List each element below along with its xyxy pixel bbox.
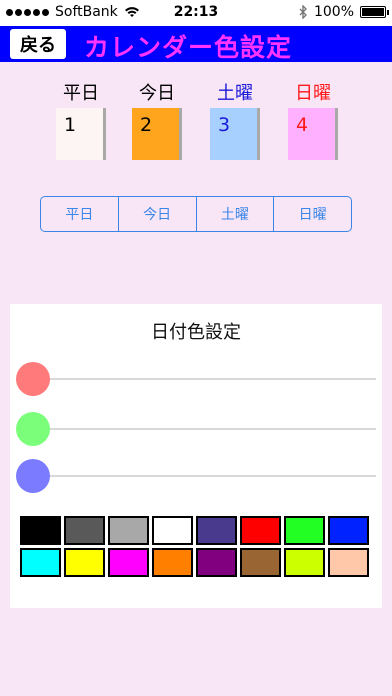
color-swatch[interactable] [64,516,105,545]
panel-title: 日付色設定 [151,322,241,343]
sample-saturday: 土曜 3 [208,82,262,160]
sample-label: 土曜 [217,83,253,104]
slider-track[interactable] [28,378,376,380]
battery-percent: 100% [313,4,354,20]
color-swatch[interactable] [20,516,61,545]
bluetooth-icon [299,5,307,19]
slider-thumb[interactable] [16,459,50,493]
color-swatch[interactable] [328,548,369,577]
color-swatch-grid [20,516,372,577]
segment-saturday[interactable]: 土曜 [197,197,275,231]
day-type-segmented-control: 平日 今日 土曜 日曜 [40,196,352,232]
sample-label: 日曜 [295,83,331,104]
color-swatch[interactable] [64,548,105,577]
color-settings-panel: 日付色設定 [10,304,382,608]
color-swatch[interactable] [196,548,237,577]
slider-track[interactable] [28,428,376,430]
color-swatch[interactable] [108,548,149,577]
sample-sunday: 日曜 4 [286,82,340,160]
sample-label: 平日 [63,83,99,104]
color-swatch[interactable] [240,516,281,545]
slider-thumb[interactable] [16,362,50,396]
segment-sunday[interactable]: 日曜 [274,197,351,231]
segment-today[interactable]: 今日 [119,197,197,231]
color-swatch[interactable] [152,548,193,577]
sample-box: 1 [56,108,106,160]
sample-label: 今日 [139,83,175,104]
sample-box: 2 [132,108,182,160]
color-swatch[interactable] [284,548,325,577]
sample-box: 4 [288,108,338,160]
nav-header: 戻る カレンダー色設定 [0,26,392,62]
red-slider[interactable] [16,362,376,398]
status-bar: SoftBank 22:13 100% [0,0,392,26]
slider-thumb[interactable] [16,412,50,446]
sample-weekday: 平日 1 [54,82,108,160]
color-swatch[interactable] [108,516,149,545]
sample-today: 今日 2 [130,82,184,160]
color-swatch[interactable] [20,548,61,577]
color-swatch[interactable] [284,516,325,545]
blue-slider[interactable] [16,459,376,495]
segment-weekday[interactable]: 平日 [41,197,119,231]
slider-track[interactable] [28,475,376,477]
battery-icon [360,6,389,18]
color-swatch[interactable] [240,548,281,577]
green-slider[interactable] [16,412,376,448]
sample-box: 3 [210,108,260,160]
back-button[interactable]: 戻る [10,29,66,59]
page-title: カレンダー色設定 [84,33,293,62]
color-swatch[interactable] [196,516,237,545]
color-swatch[interactable] [328,516,369,545]
color-swatch[interactable] [152,516,193,545]
